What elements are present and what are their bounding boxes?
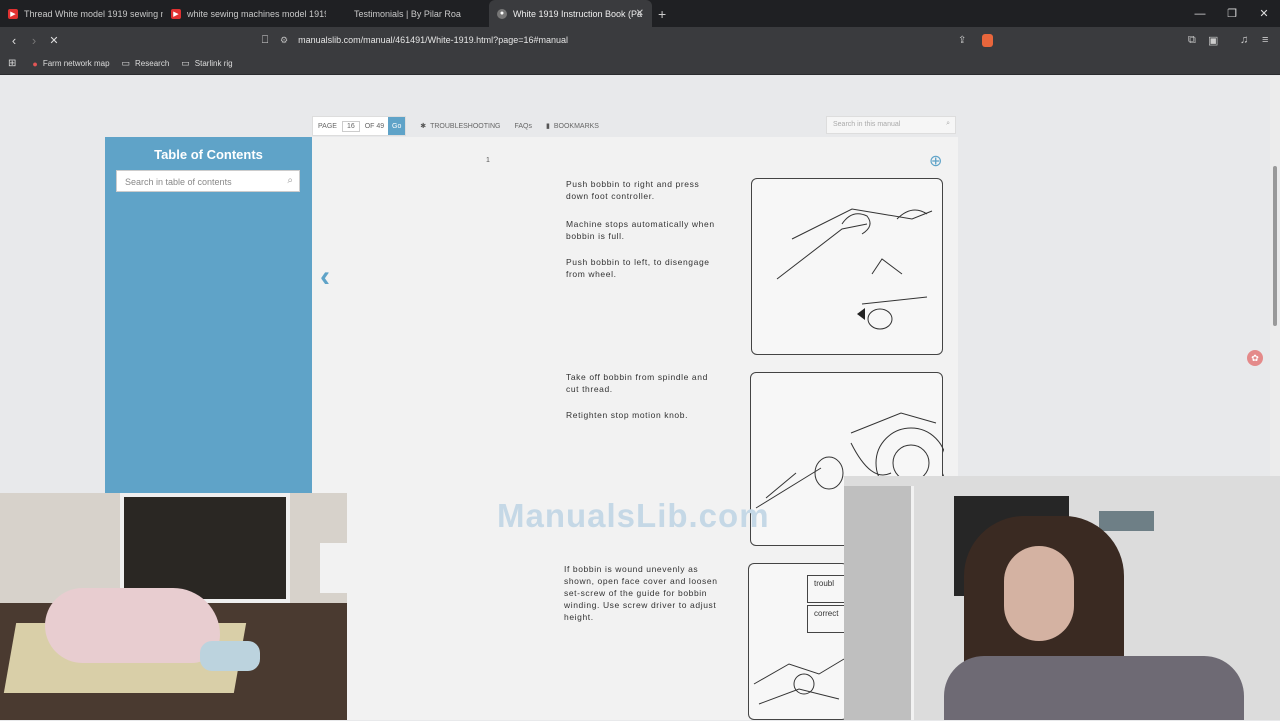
address-bar: ‹ › ✕ ⎕ ⚙ manualslib.com/manual/461491/W… xyxy=(0,27,1280,53)
manualslib-watermark: ManualsLib.com xyxy=(497,497,770,534)
close-tab-icon[interactable]: ✕ xyxy=(636,8,644,19)
white-box xyxy=(320,543,347,593)
brave-shield-icon[interactable] xyxy=(982,33,993,47)
bookmarks-link[interactable]: ▮ BOOKMARKS xyxy=(545,122,599,131)
faqs-label: FAQs xyxy=(514,122,532,130)
map-pin-icon: ● xyxy=(32,58,38,69)
apps-icon[interactable]: ⊞ xyxy=(8,58,16,69)
bookmark-label: Research xyxy=(135,59,170,68)
table-of-contents-panel: Table of Contents Search in table of con… xyxy=(105,137,312,497)
tab-label: Thread White model 1919 sewing ma xyxy=(24,8,163,19)
forward-icon[interactable]: › xyxy=(24,33,44,48)
extensions-icon[interactable]: ⧉ xyxy=(1188,34,1196,47)
instruction-paragraph: Machine stops automatically when bobbin … xyxy=(566,219,715,241)
minimize-icon[interactable]: — xyxy=(1184,0,1216,27)
toc-search-input[interactable]: Search in table of contents ⌕ xyxy=(116,170,300,192)
person-in-blanket xyxy=(45,588,220,663)
instruction-paragraph: If bobbin is wound unevenly as shown, op… xyxy=(564,564,718,622)
floating-extension-badge[interactable]: ✿ xyxy=(1247,350,1263,366)
bookmark-starlink-rig[interactable]: ▭ Starlink rig xyxy=(181,58,232,69)
bookmarks-label: BOOKMARKS xyxy=(553,122,599,130)
back-icon[interactable]: ‹ xyxy=(4,33,24,48)
folder-icon: ▭ xyxy=(181,58,190,68)
site-info-icon[interactable]: ⚙ xyxy=(280,35,288,46)
manualslib-icon: ● xyxy=(497,8,507,19)
french-door xyxy=(120,493,290,603)
tab-2[interactable]: ▶ white sewing machines model 1919 xyxy=(163,0,326,27)
instruction-paragraph: Retighten stop motion knob. xyxy=(566,410,689,420)
trouble-label-box: troubl xyxy=(807,575,847,603)
bookmark-page-icon[interactable]: ⎕ xyxy=(255,34,275,47)
pillow xyxy=(200,641,260,671)
toc-search-placeholder: Search in table of contents xyxy=(125,177,232,187)
tab-label: Testimonials | By Pilar Roa xyxy=(354,8,461,19)
page-selector: PAGE 16 OF 49 Go xyxy=(312,116,407,136)
correct-label: correct xyxy=(814,609,839,618)
tab-4[interactable]: ● White 1919 Instruction Book (Pa ✕ xyxy=(489,0,652,27)
stray-mark: 1 xyxy=(486,157,490,164)
instruction-paragraph: Push bobbin to left, to disengage from w… xyxy=(566,257,710,279)
troubleshooting-label: TROUBLESHOOTING xyxy=(430,122,501,130)
faqs-link[interactable]: FAQs xyxy=(514,123,532,130)
webcam-overlay-streamer xyxy=(844,476,1280,720)
instruction-paragraph: Take off bobbin from spindle and cut thr… xyxy=(566,372,708,394)
page-count: OF 49 xyxy=(364,122,385,130)
streamer-face xyxy=(1004,546,1074,641)
menu-icon[interactable]: ≡ xyxy=(1262,34,1268,46)
doorway xyxy=(844,486,914,720)
webcam-overlay-room xyxy=(0,493,347,720)
page-label: PAGE xyxy=(318,122,337,130)
tab-label: white sewing machines model 1919 xyxy=(187,8,326,19)
sidebar-icon[interactable]: ▣ xyxy=(1208,34,1218,47)
youtube-icon: ▶ xyxy=(8,8,18,19)
toc-title: Table of Contents xyxy=(154,147,263,162)
bookmark-research[interactable]: ▭ Research xyxy=(122,58,170,69)
url-field[interactable]: ⚙ manualslib.com/manual/461491/White-191… xyxy=(280,30,1000,50)
tab-1[interactable]: ▶ Thread White model 1919 sewing ma xyxy=(0,0,163,27)
wall-shelf xyxy=(1099,511,1154,531)
share-icon[interactable]: ⇪ xyxy=(958,35,966,46)
search-icon[interactable]: ⌕ xyxy=(287,175,293,186)
maximize-icon[interactable]: ❐ xyxy=(1216,0,1248,27)
folder-icon: ▭ xyxy=(121,58,131,68)
correct-label-box: correct xyxy=(807,605,847,633)
bookmarks-bar: ⊞ ● Farm network map ▭ Research ▭ Starli… xyxy=(0,53,1280,75)
go-button[interactable]: Go xyxy=(388,117,406,135)
bookmark-icon: ▮ xyxy=(545,123,550,130)
trouble-label: troubl xyxy=(814,579,835,588)
streamer-shirt xyxy=(944,656,1244,720)
new-tab-icon[interactable]: + xyxy=(658,6,666,22)
close-window-icon[interactable]: ✕ xyxy=(1248,0,1280,27)
page-number-input[interactable]: 16 xyxy=(341,120,360,132)
tab-3[interactable]: Testimonials | By Pilar Roa xyxy=(326,0,489,27)
manual-search-placeholder: Search in this manual xyxy=(833,121,901,128)
previous-page-arrow[interactable]: ‹ xyxy=(320,260,330,294)
hand-pressing-controller-drawing xyxy=(776,208,933,330)
window-controls: — ❐ ✕ xyxy=(1184,0,1280,27)
stop-loading-icon[interactable]: ✕ xyxy=(44,34,64,47)
url-text: manualslib.com/manual/461491/White-1919.… xyxy=(298,35,568,45)
bookmark-label: Farm network map xyxy=(42,59,110,68)
scrollbar-thumb[interactable] xyxy=(1273,166,1277,326)
wrench-icon: ✱ xyxy=(420,123,427,130)
bookmark-farm-network-map[interactable]: ● Farm network map xyxy=(32,59,109,69)
troubleshooting-link[interactable]: ✱ TROUBLESHOOTING xyxy=(420,122,501,131)
manual-illustration-1 xyxy=(751,178,943,355)
bookmark-label: Starlink rig xyxy=(194,59,233,68)
zoom-in-icon[interactable]: ⊕ xyxy=(929,151,942,171)
youtube-icon: ▶ xyxy=(171,8,181,19)
tab-bar: ▶ Thread White model 1919 sewing ma ▶ wh… xyxy=(0,0,1280,27)
manual-search-input[interactable]: Search in this manual ⌕ xyxy=(826,116,956,134)
music-icon[interactable]: ♫ xyxy=(1240,34,1248,46)
instruction-paragraph: Push bobbin to right and press down foot… xyxy=(566,179,700,201)
tab-label: White 1919 Instruction Book (Pa xyxy=(513,8,643,19)
search-icon[interactable]: ⌕ xyxy=(946,120,950,128)
